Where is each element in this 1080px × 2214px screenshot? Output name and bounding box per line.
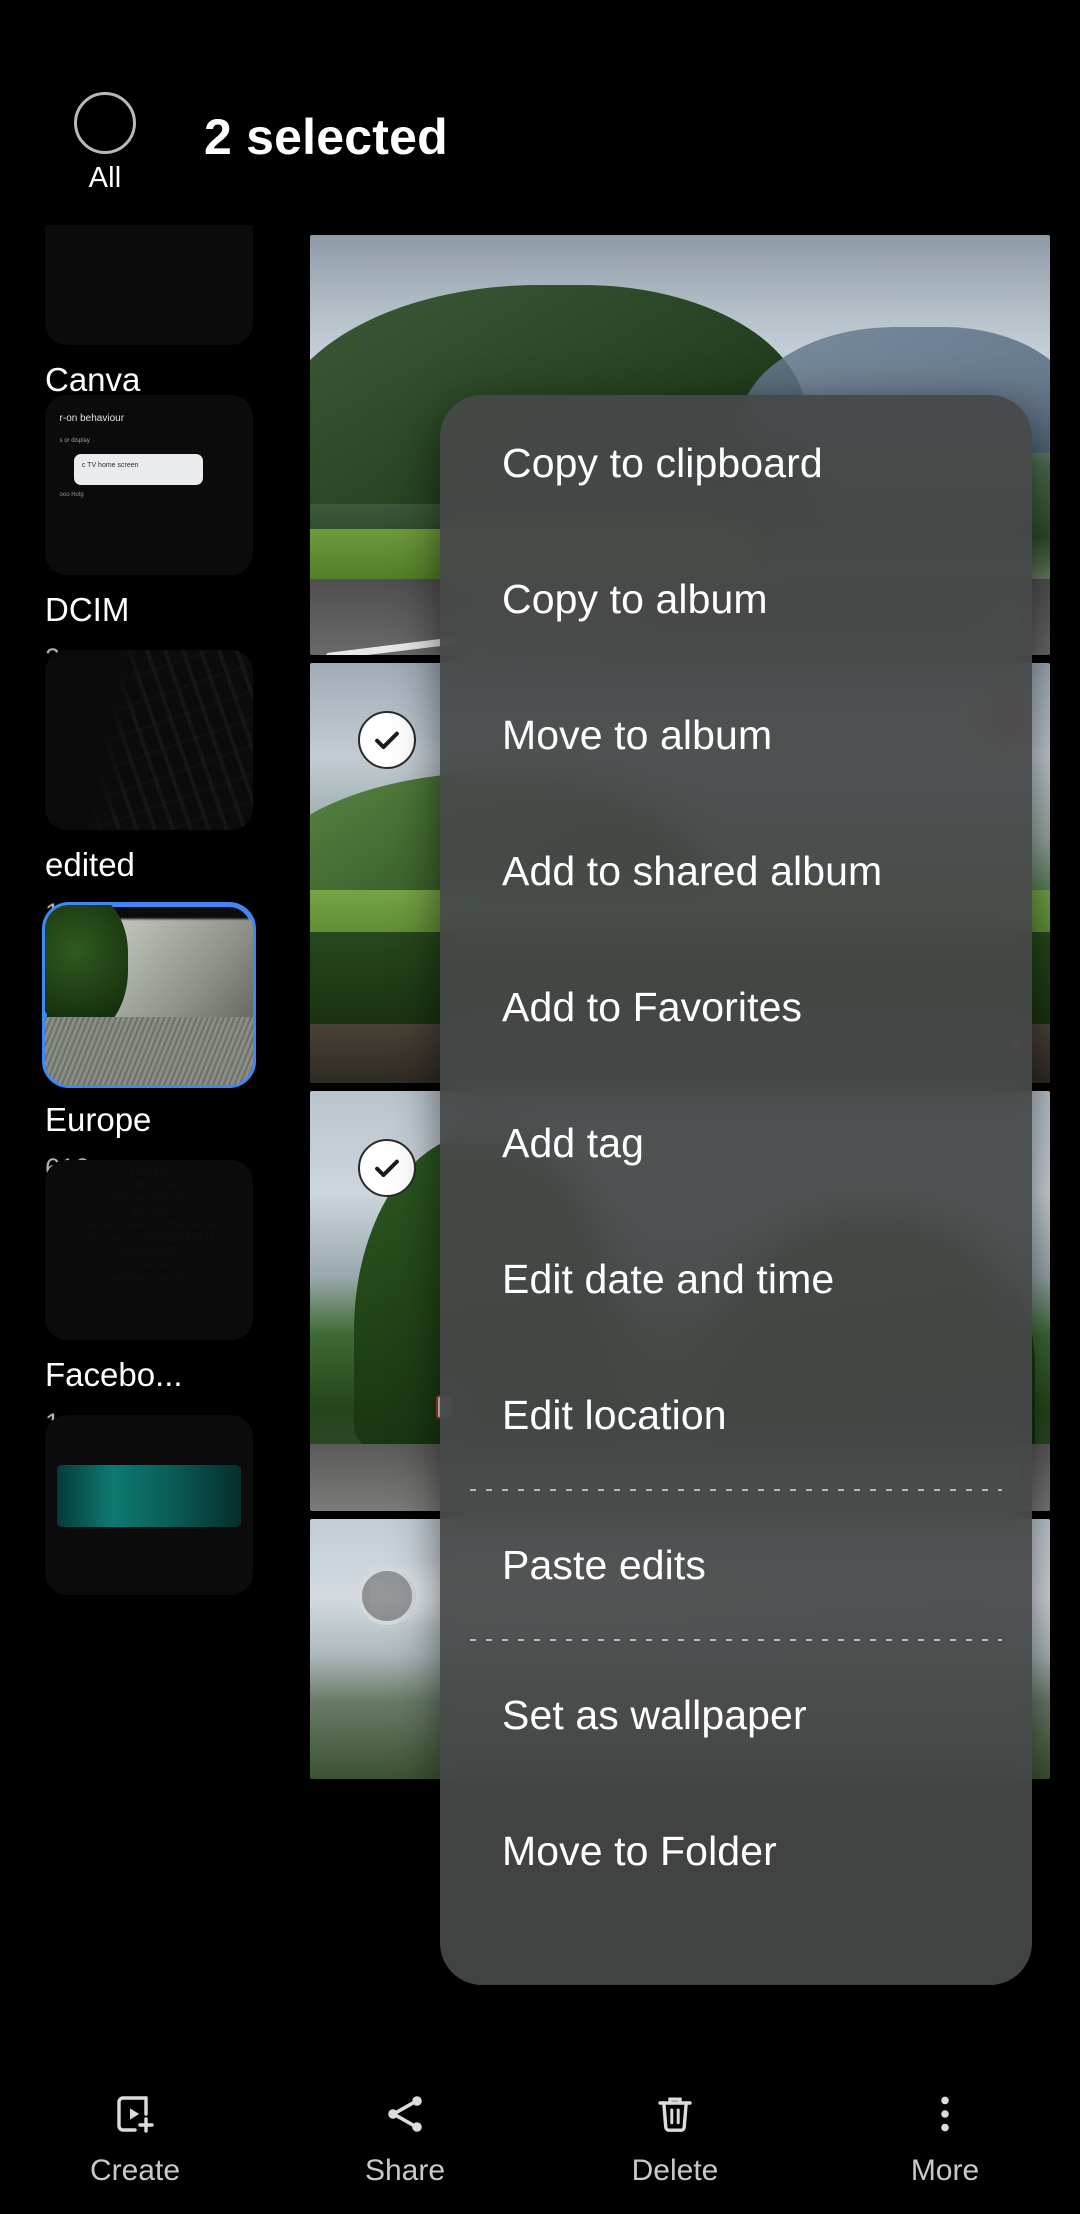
thumb-text-field-box: c TV home screen — [74, 454, 204, 485]
create-video-plus-icon — [117, 2096, 154, 2133]
context-menu-list[interactable]: Copy to clipboard Copy to album Move to al… — [440, 395, 1032, 1985]
photo-selected-checkbox[interactable] — [358, 711, 416, 769]
page-title: 2 selected — [204, 109, 448, 165]
menu-item-paste-edits[interactable]: Paste edits — [440, 1497, 1032, 1633]
list-item: ETABS ETABS — [116, 1180, 182, 1192]
album-thumbnail[interactable] — [45, 1415, 253, 1595]
album-name: edited — [45, 846, 135, 883]
more-label: More — [910, 2154, 980, 2187]
album-name: Facebo... — [45, 1356, 183, 1393]
trash-icon — [658, 2097, 692, 2132]
menu-item-copy-to-album[interactable]: Copy to album — [440, 531, 1032, 667]
facade-pattern — [45, 650, 253, 830]
album-thumbnail[interactable]: r-on behaviour s or display c TV home sc… — [45, 395, 253, 575]
sidebar-item-edited[interactable]: edited 1 — [45, 650, 253, 929]
album-thumbnail[interactable] — [42, 902, 256, 1088]
album-thumbnail[interactable] — [45, 650, 253, 830]
context-menu[interactable]: Copy to clipboard Copy to album Move to al… — [440, 395, 1032, 1985]
delete-label: Delete — [631, 2154, 719, 2187]
album-thumbnail[interactable]: Staad Pro ETABS ETABS SAP2000 SAP2000 Au… — [45, 1160, 253, 1340]
list-item: SAP2000 SAP2000 — [109, 1193, 189, 1205]
circle-outline-icon[interactable] — [74, 92, 136, 154]
thumb-text-field: c TV home screen — [81, 462, 139, 470]
check-icon — [375, 731, 399, 750]
list-item: Staad Pro — [129, 1167, 169, 1178]
sidebar-item-facebook[interactable]: Staad Pro ETABS ETABS SAP2000 SAP2000 Au… — [45, 1160, 253, 1439]
menu-item-move-to-album[interactable]: Move to album — [440, 667, 1032, 803]
menu-item-move-to-folder[interactable]: Move to Folder — [440, 1783, 1032, 1919]
more-vertical-dots-icon — [941, 2096, 949, 2132]
menu-divider — [470, 1639, 1002, 1641]
device-strip — [57, 1465, 241, 1527]
thumb-text-title: r-on behaviour — [59, 413, 125, 424]
all-filter-label: All — [88, 162, 122, 194]
menu-item-add-to-shared-album[interactable]: Add to shared album — [440, 803, 1032, 939]
thumb-text-note: ooo Holg — [59, 492, 84, 499]
more-button[interactable]: More — [810, 2090, 1080, 2188]
list-item: ArchiCad — [129, 1259, 169, 1271]
menu-item-add-tag[interactable]: Add tag — [440, 1075, 1032, 1211]
menu-item-set-as-wallpaper[interactable]: Set as wallpaper — [440, 1647, 1032, 1783]
sidebar-item-dcim[interactable]: r-on behaviour s or display c TV home sc… — [45, 395, 253, 674]
menu-item-edit-date-and-time[interactable]: Edit date and time — [440, 1211, 1032, 1347]
delete-button[interactable]: Delete — [540, 2090, 810, 2188]
list-item: Autodesk Civil 3D — [111, 1272, 187, 1284]
gravel-path — [45, 1016, 253, 1085]
album-name: Europe — [45, 1101, 152, 1138]
share-nodes-icon — [388, 2096, 422, 2132]
tree-foliage — [45, 905, 129, 1035]
photo-selected-checkbox[interactable] — [358, 1139, 416, 1197]
list-item: Auto Cad — [129, 1206, 169, 1218]
album-sidebar[interactable]: Canva 12 r-on behaviour s or display c T… — [0, 225, 300, 2064]
list-item: Primavera ORACLE PRIMAVERA — [77, 1219, 221, 1231]
album-thumbnail[interactable] — [45, 225, 253, 345]
menu-item-copy-to-clipboard[interactable]: Copy to clipboard — [440, 395, 1032, 531]
create-button[interactable]: Create — [0, 2090, 270, 2188]
menu-divider — [470, 1489, 1002, 1491]
create-label: Create — [89, 2154, 181, 2187]
share-button[interactable]: Share — [270, 2090, 540, 2188]
menu-item-add-to-favorites[interactable]: Add to Favorites — [440, 939, 1032, 1075]
sidebar-item-partial[interactable] — [45, 1415, 253, 1595]
all-filter-chip[interactable]: All — [72, 92, 138, 195]
album-name: DCIM — [45, 591, 130, 628]
share-label: Share — [364, 2154, 446, 2187]
software-logo-list: Staad Pro ETABS ETABS SAP2000 SAP2000 Au… — [45, 1160, 253, 1340]
bottom-action-bar[interactable]: Create Share Delete More — [0, 2064, 1080, 2214]
menu-item-edit-location[interactable]: Edit location — [440, 1347, 1032, 1483]
sidebar-item-europe[interactable]: Europe 610 — [42, 902, 256, 1184]
check-icon — [375, 1159, 399, 1178]
photo-unselected-checkbox[interactable] — [358, 1567, 416, 1625]
album-name: Canva — [45, 361, 141, 398]
top-app-bar: All 2 selected — [0, 0, 1080, 225]
thumb-text-subtitle: s or display — [59, 438, 90, 445]
list-item: MS project AUTODESK REVIT — [82, 1232, 216, 1244]
list-item: Revit REVIT — [122, 1246, 176, 1258]
